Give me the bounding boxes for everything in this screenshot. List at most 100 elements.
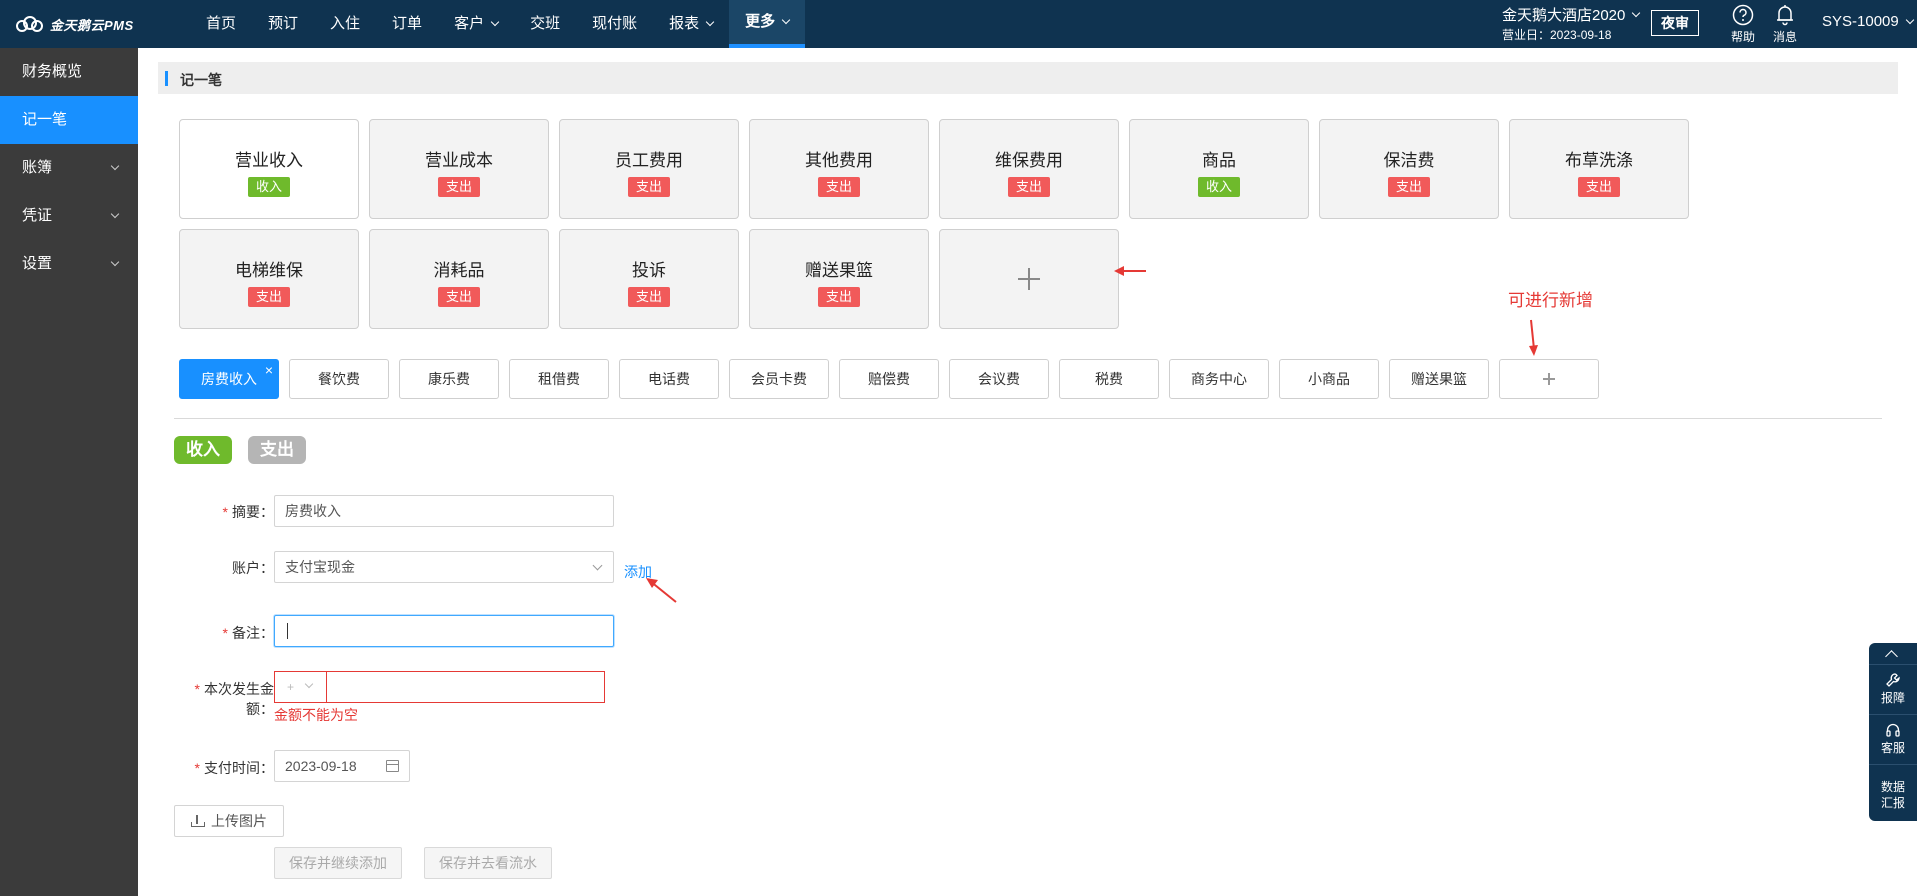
user-name: SYS-10009 — [1822, 13, 1899, 30]
annotation-arrow-down-icon — [1529, 319, 1538, 356]
message-button[interactable]: 消息 — [1765, 2, 1805, 45]
message-label: 消息 — [1772, 30, 1797, 44]
sub-tag[interactable]: 会议费 — [949, 359, 1049, 399]
amount-sign-select[interactable]: + — [275, 672, 327, 702]
category-type-badge: 支出 — [627, 287, 670, 307]
sidebar-item-label: 凭证 — [22, 207, 53, 224]
sub-tag-label: 康乐费 — [428, 371, 470, 387]
help-button[interactable]: 帮助 — [1723, 2, 1763, 45]
category-name: 营业收入 — [235, 151, 303, 170]
nav-item-0[interactable]: 首页 — [190, 0, 252, 48]
report-issue-button[interactable]: 报障 — [1869, 665, 1917, 715]
bell-icon — [1777, 5, 1793, 26]
sub-tag[interactable]: 赠送果篮 — [1389, 359, 1489, 399]
add-account-link[interactable]: 添加 — [624, 562, 652, 582]
customer-service-button[interactable]: 客服 — [1869, 715, 1917, 765]
category-card[interactable]: 营业成本 支出 — [369, 119, 549, 219]
sidebar-item-3[interactable]: 凭证 — [0, 192, 138, 240]
upload-image-button[interactable]: 上传图片 — [174, 805, 284, 837]
sidebar: 财务概览 记一笔账簿凭证设置 — [0, 48, 138, 896]
category-name: 布草洗涤 — [1565, 151, 1633, 170]
nav-item-label: 预订 — [268, 15, 299, 32]
help-label: 帮助 — [1730, 30, 1755, 44]
sub-tag-label: 赔偿费 — [868, 371, 910, 387]
nav-item-6[interactable]: 现付账 — [576, 0, 653, 48]
nav-item-1[interactable]: 预订 — [252, 0, 314, 48]
sidebar-item-label: 设置 — [22, 255, 53, 272]
nav-item-8[interactable]: 更多 — [729, 0, 806, 48]
category-card[interactable]: 电梯维保 支出 — [179, 229, 359, 329]
sub-tag-label: 租借费 — [538, 371, 580, 387]
sub-tag-label: 赠送果篮 — [1411, 371, 1467, 387]
sidebar-item-0[interactable]: 财务概览 — [0, 48, 138, 96]
category-card[interactable]: 维保费用 支出 — [939, 119, 1119, 219]
category-name: 消耗品 — [433, 261, 485, 280]
category-type-badge: 支出 — [437, 177, 480, 197]
chevron-down-icon — [1632, 8, 1641, 17]
nav-item-7[interactable]: 报表 — [653, 0, 729, 48]
sub-tag[interactable]: 电话费 — [619, 359, 719, 399]
expense-toggle-button[interactable]: 支出 — [248, 436, 306, 464]
sub-tag[interactable]: 会员卡费 — [729, 359, 829, 399]
category-card[interactable]: 商品 收入 — [1129, 119, 1309, 219]
sidebar-item-label: 账簿 — [22, 159, 53, 176]
category-type-badge: 支出 — [1577, 177, 1620, 197]
sub-tag-label: 会员卡费 — [751, 371, 807, 387]
sub-tag[interactable]: 商务中心 — [1169, 359, 1269, 399]
pay-time-datepicker[interactable]: 2023-09-18 — [274, 750, 410, 782]
category-card[interactable]: 消耗品 支出 — [369, 229, 549, 329]
category-type-badge: 支出 — [1387, 177, 1430, 197]
category-card[interactable]: 保洁费 支出 — [1319, 119, 1499, 219]
add-category-button[interactable] — [939, 229, 1119, 329]
category-name: 其他费用 — [805, 151, 873, 170]
close-icon[interactable]: × — [265, 363, 273, 377]
sub-tag-label: 电话费 — [648, 371, 690, 387]
category-type-badge: 收入 — [1197, 177, 1240, 197]
nav-item-2[interactable]: 入住 — [314, 0, 376, 48]
nav-item-3[interactable]: 订单 — [376, 0, 438, 48]
sidebar-item-1[interactable]: 记一笔 — [0, 96, 138, 144]
category-card[interactable]: 营业收入 收入 — [179, 119, 359, 219]
calendar-icon — [386, 760, 399, 772]
amount-input[interactable] — [326, 672, 604, 702]
scroll-top-button[interactable] — [1869, 643, 1917, 665]
sub-tag[interactable]: 康乐费 — [399, 359, 499, 399]
sidebar-item-2[interactable]: 账簿 — [0, 144, 138, 192]
night-audit-button[interactable]: 夜审 — [1651, 10, 1699, 36]
nav-item-label: 更多 — [745, 13, 776, 30]
sub-tag[interactable]: 房费收入 × — [179, 359, 279, 399]
add-sub-tag-button[interactable] — [1499, 359, 1599, 399]
nav-item-4[interactable]: 客户 — [438, 0, 514, 48]
nav-item-5[interactable]: 交班 — [514, 0, 576, 48]
pay-time-label: * 支付时间： — [194, 760, 274, 776]
hotel-selector[interactable]: 金天鹅大酒店2020 营业日：2023-09-18 — [1502, 4, 1652, 43]
app-logo[interactable]: 金天鹅云PMS — [14, 12, 134, 36]
category-card[interactable]: 员工费用 支出 — [559, 119, 739, 219]
sub-tag[interactable]: 税费 — [1059, 359, 1159, 399]
sub-tag[interactable]: 租借费 — [509, 359, 609, 399]
summary-input[interactable]: 房费收入 — [274, 495, 614, 527]
sub-tag[interactable]: 小商品 — [1279, 359, 1379, 399]
category-card[interactable]: 布草洗涤 支出 — [1509, 119, 1689, 219]
plus-icon — [1018, 268, 1040, 290]
sub-tag[interactable]: 餐饮费 — [289, 359, 389, 399]
save-continue-button[interactable]: 保存并继续添加 — [274, 847, 402, 879]
category-name: 商品 — [1202, 151, 1236, 170]
sidebar-item-4[interactable]: 设置 — [0, 240, 138, 288]
income-toggle-button[interactable]: 收入 — [174, 436, 232, 464]
text-cursor — [287, 623, 288, 639]
nav-item-label: 客户 — [454, 15, 485, 32]
save-view-flow-button[interactable]: 保存并去看流水 — [424, 847, 552, 879]
category-card[interactable]: 赠送果篮 支出 — [749, 229, 929, 329]
user-menu[interactable]: SYS-10009 — [1822, 13, 1914, 30]
category-card[interactable]: 其他费用 支出 — [749, 119, 929, 219]
account-select[interactable]: 支付宝现金 — [274, 551, 614, 583]
category-type-badge: 支出 — [817, 177, 860, 197]
remark-input[interactable] — [274, 615, 614, 647]
floating-tool-panel: 报障 客服 数据汇报 — [1869, 643, 1917, 821]
sub-tag[interactable]: 赔偿费 — [839, 359, 939, 399]
category-card[interactable]: 投诉 支出 — [559, 229, 739, 329]
chevron-down-icon — [592, 560, 603, 571]
data-report-button[interactable]: 数据汇报 — [1869, 765, 1917, 815]
section-header: 记一笔 — [158, 62, 1898, 94]
